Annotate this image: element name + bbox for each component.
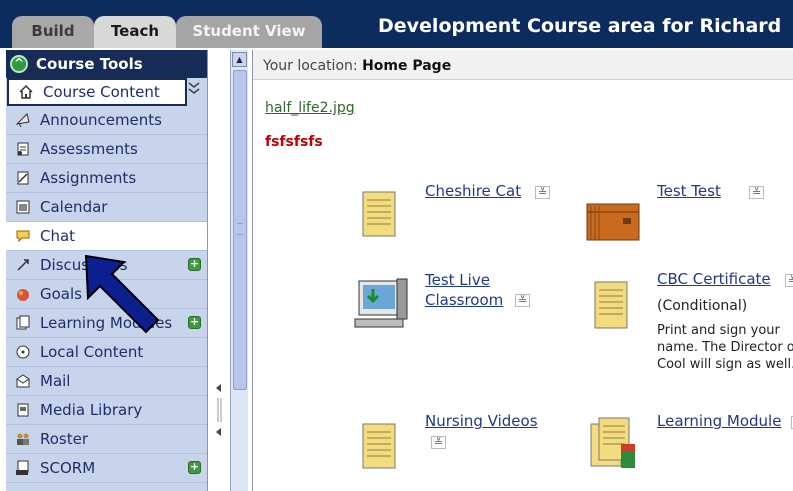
top-header: Build Teach Student View Development Cou… [0, 0, 793, 48]
sidebar-item-chat[interactable]: Chat [6, 222, 207, 251]
megaphone-icon [12, 110, 34, 130]
add-icon[interactable]: + [188, 461, 201, 474]
scroll-up-icon[interactable]: ▲ [232, 52, 247, 67]
grip-icon [237, 223, 243, 235]
item-description: Print and sign your name. The Director o… [657, 323, 793, 372]
course-title: Development Course area for Richard [378, 15, 782, 37]
live-classroom-icon[interactable] [351, 275, 411, 341]
file-link[interactable]: half_life2.jpg [265, 100, 355, 116]
sidebar-item-label: Mail [40, 372, 71, 390]
sidebar-item-label: Goals [40, 285, 82, 303]
item-condition: (Conditional) [657, 298, 748, 314]
goals-icon [12, 284, 34, 304]
course-tools-title: Course Tools [36, 55, 143, 73]
chevron-down-icon[interactable]: ≚ [749, 186, 765, 199]
item-cbc-certificate[interactable]: CBC Certificate [657, 270, 771, 288]
scorm-icon [12, 458, 34, 478]
sidebar-item-mail[interactable]: Mail [6, 367, 207, 396]
learning-module-icon[interactable] [587, 414, 639, 478]
sidebar-item-label: Course Content [43, 83, 160, 101]
item-test-test[interactable]: Test Test [657, 182, 721, 200]
sidebar-item-label: Local Content [40, 343, 144, 361]
cd-icon [12, 342, 34, 362]
breadcrumb: Your location: Home Page [253, 50, 793, 80]
sidebar-scrollbar[interactable]: ▲ [230, 50, 248, 491]
sidebar-item-label: SCORM [40, 459, 96, 477]
sidebar-item-label: Announcements [40, 111, 162, 129]
assessment-icon [12, 139, 34, 159]
sidebar-item-label: Calendar [40, 198, 108, 216]
sidebar-item-roster[interactable]: Roster [6, 425, 207, 454]
tab-build[interactable]: Build [12, 16, 94, 48]
sidebar-item-label: Chat [40, 227, 76, 245]
chevron-down-icon[interactable]: ≚ [515, 294, 531, 307]
folder-icon[interactable] [583, 192, 643, 250]
tab-teach[interactable]: Teach [94, 16, 176, 48]
content-heading: fsfsfsfs [265, 134, 323, 150]
sidebar-item-label: Assessments [40, 140, 138, 158]
sidebar-item-label: Media Library [40, 401, 143, 419]
sidebar-item-calendar[interactable]: Calendar [6, 193, 207, 222]
splitter-handle[interactable] [212, 380, 226, 440]
item-title-line2: Classroom [425, 291, 504, 309]
location-value: Home Page [362, 58, 452, 74]
chevron-down-icon[interactable]: ≚ [535, 186, 551, 199]
item-title: Learning Module [657, 412, 782, 430]
collapse-up-icon[interactable]: ^ [10, 55, 28, 73]
pointer-arrow-icon [82, 252, 172, 342]
item-title: CBC Certificate [657, 270, 771, 288]
sidebar-item-label: Assignments [40, 169, 137, 187]
item-title: Nursing Videos [425, 412, 538, 430]
item-test-live-classroom[interactable]: Test Live Classroom [425, 270, 503, 310]
sidebar-item-local-content[interactable]: Local Content [6, 338, 207, 367]
document-icon[interactable] [357, 420, 401, 478]
item-cheshire-cat[interactable]: Cheshire Cat [425, 182, 521, 200]
sidebar-item-assessments[interactable]: Assessments [6, 135, 207, 164]
chevron-down-icon[interactable]: ≚ [431, 436, 447, 449]
calendar-icon [12, 197, 34, 217]
sidebar-item-assignments[interactable]: Assignments [6, 164, 207, 193]
scroll-thumb[interactable] [233, 70, 247, 390]
sidebar-item-media-library[interactable]: Media Library [6, 396, 207, 425]
add-icon[interactable]: + [188, 316, 201, 329]
roster-icon [12, 429, 34, 449]
module-icon [12, 313, 34, 333]
item-title: Test Test [657, 182, 721, 200]
discussion-icon [12, 255, 34, 275]
media-library-icon [12, 400, 34, 420]
add-icon[interactable]: + [188, 258, 201, 271]
sidebar-item-scorm[interactable]: SCORM + [6, 454, 207, 483]
location-label: Your location: [263, 58, 358, 74]
document-icon[interactable] [589, 278, 633, 338]
chevron-down-icon[interactable] [187, 80, 203, 106]
item-nursing-videos[interactable]: Nursing Videos [425, 412, 538, 430]
chevron-down-icon[interactable]: ≚ [785, 274, 793, 287]
sidebar-item-label: Roster [40, 430, 89, 448]
item-title-line1: Test Live [425, 271, 490, 289]
sidebar-item-course-content[interactable]: Course Content [7, 78, 187, 106]
item-title: Cheshire Cat [425, 182, 522, 200]
item-learning-module[interactable]: Learning Module [657, 412, 781, 430]
sidebar-item-announcements[interactable]: Announcements [6, 106, 207, 135]
chat-icon [12, 226, 34, 246]
assignment-icon [12, 168, 34, 188]
mail-icon [12, 371, 34, 391]
home-icon [15, 82, 37, 102]
document-icon[interactable] [357, 188, 401, 246]
course-tools-header[interactable]: ^ Course Tools [6, 50, 207, 78]
main-content: Your location: Home Page half_life2.jpg … [252, 50, 793, 491]
tab-student-view[interactable]: Student View [176, 16, 322, 48]
